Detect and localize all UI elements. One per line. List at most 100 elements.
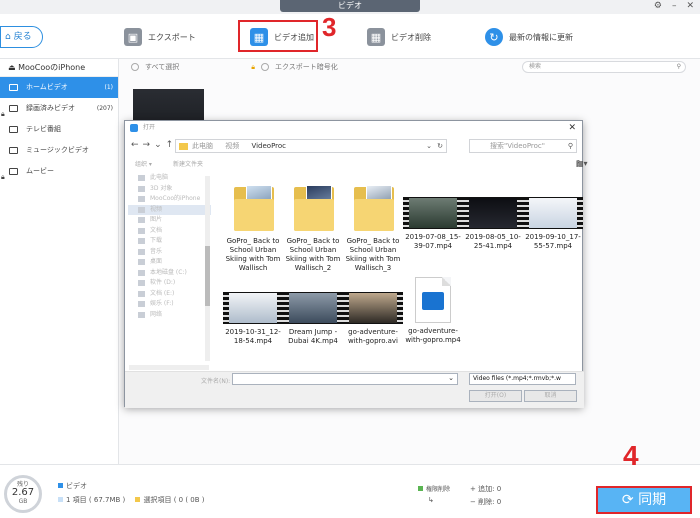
tree-item[interactable]: 网络: [128, 310, 211, 321]
step-3-marker: 3: [322, 12, 337, 42]
search-icon: ⚲: [567, 142, 573, 150]
tree-item[interactable]: 视频: [128, 204, 211, 215]
tree-item[interactable]: 图片: [128, 215, 211, 226]
app-icon: [130, 124, 138, 132]
folder-item[interactable]: GoPro_ Back to School Urban Skiing with …: [343, 183, 403, 273]
items-info: 1 項目 ( 67.7MB ) 選択項目 ( 0 ( 0B ): [58, 495, 205, 505]
step-4-marker: 4: [623, 440, 639, 471]
home-icon: ⌂: [5, 32, 11, 42]
export-icon: ▣: [124, 28, 142, 46]
category-swatch: [58, 483, 63, 488]
delete-count: − 削除: 0: [470, 498, 502, 506]
sidebar-item-tv-shows[interactable]: テレビ番組: [0, 119, 118, 140]
sidebar-item-home-video[interactable]: ホームビデオ (1): [0, 77, 118, 98]
navigation-tree: 此电脑 3D 对象 MooCoo的iPhone 视频 图片 文档 下载 音乐 桌…: [128, 173, 211, 362]
gear-icon[interactable]: ⚙: [654, 1, 662, 11]
dialog-search-input[interactable]: 搜索"VideoProc" ⚲: [469, 139, 577, 153]
close-icon[interactable]: ✕: [686, 1, 694, 11]
dialog-footer: 文件名(N): ⌄ Video files (*.mp4;*.rmvb;*.w …: [125, 371, 584, 408]
folder-icon: [290, 183, 336, 233]
help-icon[interactable]: ?: [576, 159, 580, 168]
status-bar: 残り 2.67 GB ビデオ 1 項目 ( 67.7MB ) 選択項目 ( 0 …: [0, 464, 700, 518]
movie-icon: [9, 168, 18, 175]
folder-item[interactable]: GoPro_ Back to School Urban Skiing with …: [223, 183, 283, 273]
cancel-button[interactable]: 取消: [524, 390, 577, 402]
horizontal-scrollbar[interactable]: [129, 365, 209, 370]
video-thumbnail-icon: [463, 197, 523, 229]
chevron-down-icon[interactable]: ⌄: [426, 140, 432, 152]
address-bar[interactable]: 此电脑 视频 VideoProc ⌄ ↻: [175, 139, 447, 153]
filetype-select[interactable]: Video files (*.mp4;*.rmvb;*.w: [469, 373, 576, 385]
select-all-checkbox[interactable]: [131, 63, 139, 71]
new-folder-button[interactable]: 新建文件夹: [173, 159, 203, 168]
minimize-icon[interactable]: –: [672, 1, 677, 11]
sidebar-item-recorded-video[interactable]: 🔒︎ 録画済みビデオ (207): [0, 98, 118, 119]
video-file-item[interactable]: 2019-08-05_10-25-41.mp4: [463, 197, 523, 251]
folder-icon: [179, 143, 188, 150]
organize-menu[interactable]: 组织 ▾: [135, 159, 152, 168]
open-button[interactable]: 打开(O): [469, 390, 522, 402]
video-file-item[interactable]: 2019-09-10_17-55-57.mp4: [523, 197, 583, 251]
add-count: + 追加: 0: [470, 485, 502, 493]
items-swatch: [58, 497, 63, 502]
video-document-icon: [415, 277, 451, 323]
video-thumbnail-icon: [343, 292, 403, 324]
refresh-icon: ↻: [485, 28, 503, 46]
tree-item[interactable]: 软件 (D:): [128, 278, 211, 289]
search-icon: ⚲: [676, 63, 681, 70]
delete-video-button[interactable]: ▦ ビデオ削除: [367, 24, 431, 50]
storage-gauge: 残り 2.67 GB: [4, 475, 42, 513]
file-open-dialog: 打开 ✕ ←→⌄↑ 此电脑 视频 VideoProc ⌄ ↻ 搜索"VideoP…: [124, 120, 588, 408]
tree-scrollbar[interactable]: [205, 176, 210, 361]
sidebar: ⏏ MooCooのiPhone ホームビデオ (1) 🔒︎ 録画済みビデオ (2…: [0, 59, 119, 464]
video-thumbnail-icon: [403, 197, 463, 229]
nav-arrows[interactable]: ←→⌄↑: [131, 140, 177, 150]
video-thumbnail-icon: [523, 197, 583, 229]
pending-label: 権限削除: [418, 484, 450, 493]
tree-item[interactable]: 娱乐 (F:): [128, 299, 211, 310]
tree-item[interactable]: 下载: [128, 236, 211, 247]
toolbar: ⌂ 戻る ▣ エクスポート ▦ ビデオ追加 ▦ ビデオ削除 ↻ 最新の情報に更新: [0, 14, 700, 59]
folder-icon: [230, 183, 276, 233]
sync-icon: ⟳: [621, 492, 634, 508]
refresh-icon[interactable]: ↻: [437, 140, 443, 152]
address-row: ←→⌄↑ 此电脑 视频 VideoProc ⌄ ↻ 搜索"VideoProc" …: [125, 138, 584, 154]
video-file-item[interactable]: Dream Jump - Dubai 4K.mp4: [283, 292, 343, 346]
export-encrypt-checkbox[interactable]: [260, 63, 269, 71]
tree-item[interactable]: 桌面: [128, 257, 211, 268]
file-list: GoPro_ Back to School Urban Skiing with …: [223, 177, 583, 362]
close-icon[interactable]: ✕: [568, 121, 576, 135]
tree-item[interactable]: 3D 对象: [128, 184, 211, 195]
delete-video-icon: ▦: [367, 28, 385, 46]
tree-item[interactable]: MooCoo的iPhone: [128, 194, 211, 205]
video-file-item[interactable]: 2019-10-31_12-18-54.mp4: [223, 292, 283, 346]
dialog-title-bar: 打开 ✕: [125, 121, 582, 135]
video-file-item[interactable]: go-adventure-with-gopro.mp4: [403, 277, 463, 345]
refresh-button[interactable]: ↻ 最新の情報に更新: [485, 24, 573, 50]
video-file-item[interactable]: go-adventure-with-gopro.avi: [343, 292, 403, 346]
tree-item[interactable]: 此电脑: [128, 173, 211, 184]
window-controls: ⚙ – ✕: [654, 1, 694, 11]
pending-swatch: [418, 486, 423, 491]
video-file-item[interactable]: 2019-07-08_15-39-07.mp4: [403, 197, 463, 251]
folder-item[interactable]: GoPro_ Back to School Urban Skiing with …: [283, 183, 343, 273]
search-input[interactable]: 検索 ⚲: [522, 61, 686, 73]
filename-input[interactable]: ⌄: [232, 373, 458, 385]
sync-button[interactable]: ⟳ 同期: [596, 486, 692, 514]
back-button[interactable]: ⌂ 戻る: [0, 26, 43, 48]
tree-item[interactable]: 本地磁盘 (C:): [128, 268, 211, 279]
tree-item[interactable]: 文档: [128, 226, 211, 237]
recorded-video-icon: [9, 105, 18, 112]
tree-item[interactable]: 文档 (E:): [128, 289, 211, 300]
eject-icon: ⏏: [8, 63, 16, 72]
chevron-down-icon[interactable]: ⌄: [448, 374, 454, 382]
sidebar-item-movies[interactable]: 🔒︎ ムービー: [0, 161, 118, 182]
window-title: ビデオ: [280, 0, 420, 12]
sidebar-item-music-video[interactable]: ミュージックビデオ: [0, 140, 118, 161]
tv-icon: [9, 126, 18, 133]
tree-item[interactable]: 音乐: [128, 247, 211, 258]
return-arrow-icon: ↳: [428, 496, 434, 504]
music-video-icon: [9, 147, 18, 154]
device-name[interactable]: ⏏ MooCooのiPhone: [0, 59, 118, 77]
export-button[interactable]: ▣ エクスポート: [124, 24, 196, 50]
